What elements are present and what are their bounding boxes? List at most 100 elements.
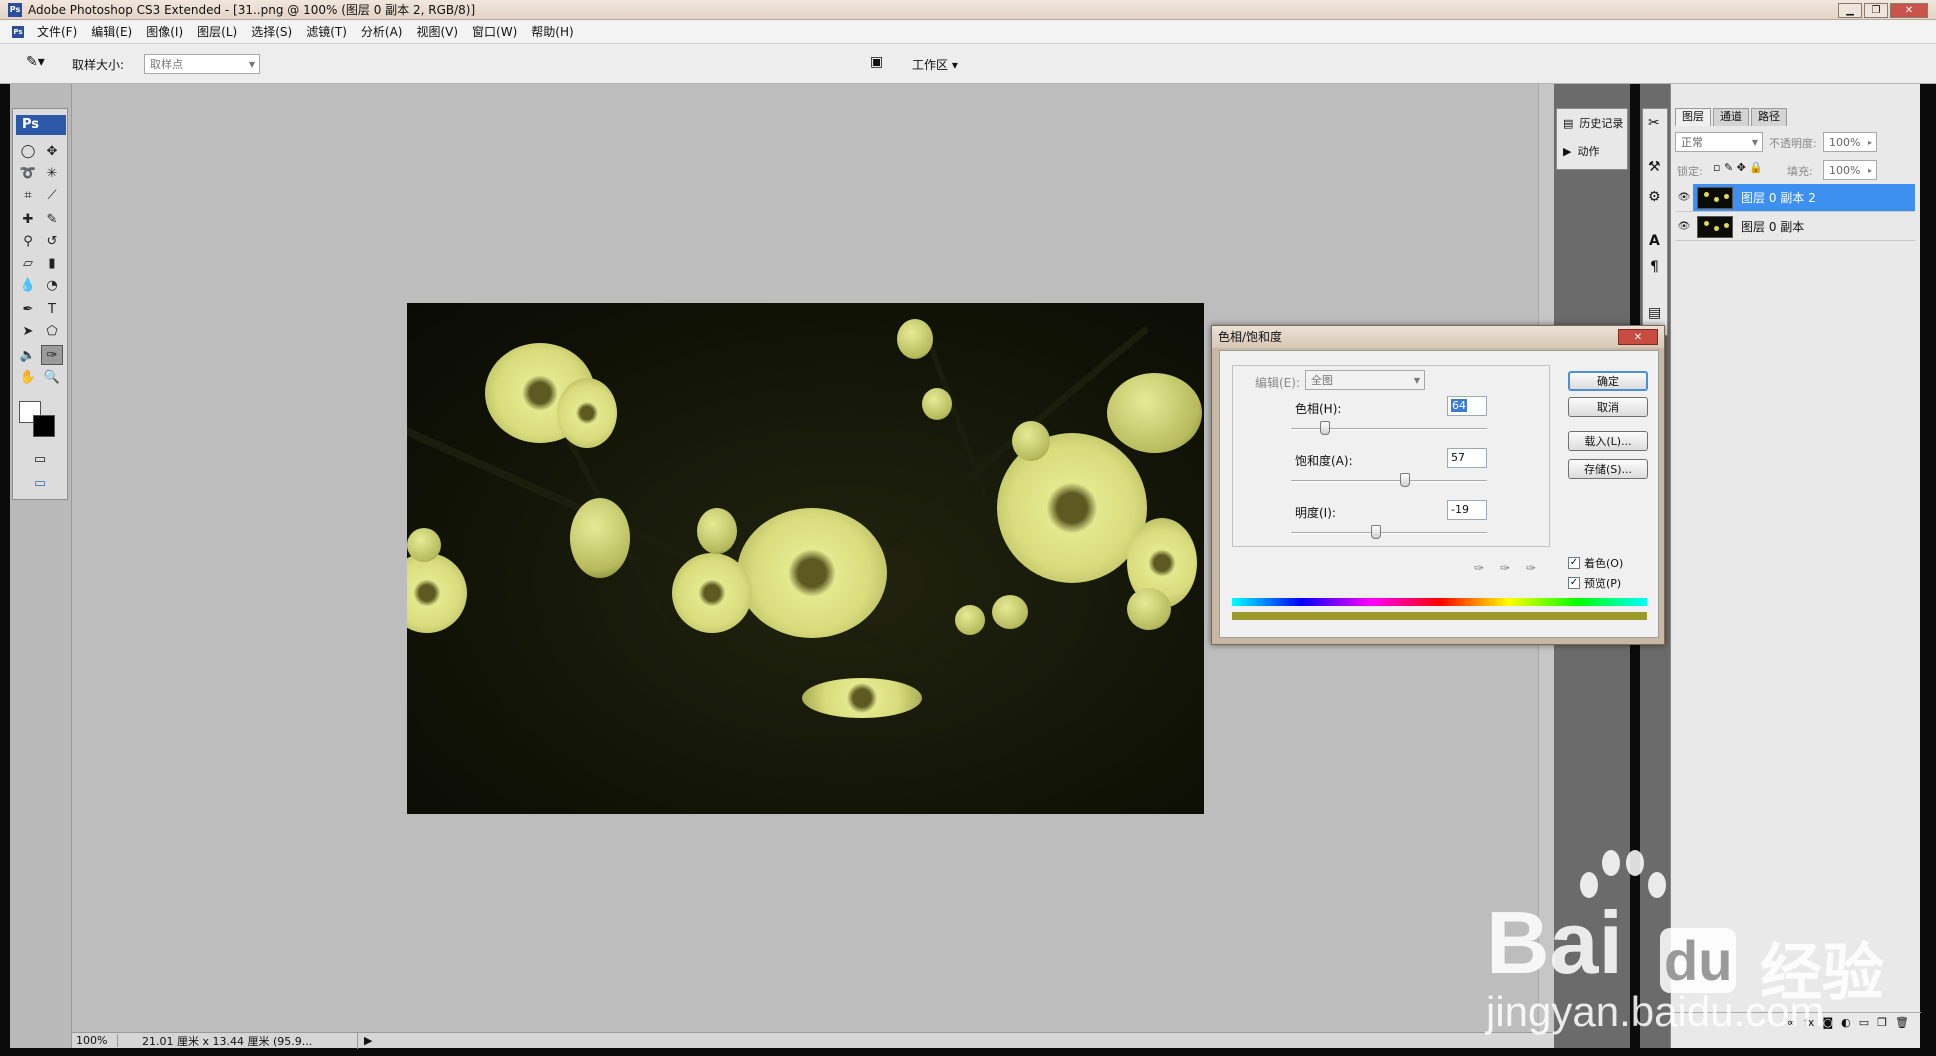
lightness-input[interactable]: -19 (1447, 500, 1487, 520)
blend-mode-value: 正常 (1681, 136, 1703, 149)
gradient-tool-icon[interactable]: ▮ (41, 253, 63, 273)
type-tool-icon[interactable]: T (41, 299, 63, 319)
status-menu-arrow[interactable]: ▶ (358, 1034, 378, 1047)
marquee-tool-icon[interactable]: ◯ (17, 141, 39, 161)
pen-tool-icon[interactable]: ✒ (17, 299, 39, 319)
brushes-icon[interactable]: ⚒ (1648, 159, 1661, 175)
dialog-body: 编辑(E): 全图 ▼ 色相(H): 64 饱和度(A): 57 明度(I): -… (1219, 350, 1659, 638)
saturation-slider-thumb[interactable] (1400, 473, 1410, 487)
dialog-close-icon[interactable]: ✕ (1618, 329, 1658, 345)
bridge-icon[interactable]: ▣ (870, 54, 883, 70)
clone-stamp-tool-icon[interactable]: ⚲ (17, 231, 39, 251)
actions-tab[interactable]: ▶ 动作 (1563, 143, 1599, 159)
menu-bar: Ps 文件(F) 编辑(E) 图像(I) 图层(L) 选择(S) 滤镜(T) 分… (0, 20, 1936, 44)
history-tab[interactable]: ▤ 历史记录 (1563, 115, 1623, 131)
load-button[interactable]: 载入(L)... (1568, 431, 1648, 451)
slice-tool-icon[interactable]: ⟋ (41, 185, 63, 205)
eyedropper-icon[interactable]: ✎▾ (26, 54, 45, 70)
lightness-slider-track[interactable] (1291, 532, 1487, 534)
layer-comps-icon[interactable]: ▤ (1648, 305, 1661, 321)
move-tool-icon[interactable]: ✥ (41, 141, 63, 161)
layer-row[interactable]: 👁 图层 0 副本 (1675, 213, 1915, 241)
close-icon[interactable]: ✕ (1890, 3, 1928, 18)
document-canvas[interactable] (407, 303, 1204, 814)
shape-tool-icon[interactable]: ⬠ (41, 321, 63, 341)
eyedropper-icon[interactable]: ✑ (1474, 561, 1484, 575)
menu-filter[interactable]: 滤镜(T) (299, 23, 354, 40)
blur-tool-icon[interactable]: 💧 (17, 275, 39, 295)
lock-label: 锁定: (1677, 165, 1703, 178)
icon-panel-stack: ✂ ⚒ ⚙ A ¶ ▤ (1642, 108, 1668, 336)
tool-presets-icon[interactable]: ✂ (1648, 115, 1660, 131)
screen-mode-icon[interactable]: ▭ (29, 473, 51, 493)
quick-mask-icon[interactable]: ▭ (29, 449, 51, 469)
preview-checkbox[interactable]: ✓ 预览(P) (1568, 575, 1621, 591)
save-button[interactable]: 存储(S)... (1568, 459, 1648, 479)
blend-mode-select[interactable]: 正常 ▼ (1675, 132, 1763, 152)
lock-icons[interactable]: ▫ ✎ ✥ 🔒 (1713, 161, 1763, 174)
history-brush-tool-icon[interactable]: ↺ (41, 231, 63, 251)
colorize-label: 着色(O) (1584, 557, 1624, 570)
layers-tabs: 图层 通道 路径 (1675, 108, 1789, 126)
lightness-value: -19 (1451, 503, 1469, 516)
eye-icon[interactable]: 👁 (1675, 213, 1693, 240)
history-icon: ▤ (1563, 116, 1574, 130)
fill-input[interactable]: 100% ▸ (1823, 160, 1877, 180)
opacity-value: 100% (1829, 135, 1861, 149)
eyedropper-minus-icon[interactable]: ✑ (1526, 561, 1536, 575)
menu-view[interactable]: 视图(V) (409, 23, 465, 40)
healing-brush-tool-icon[interactable]: ✚ (17, 209, 39, 229)
magic-wand-tool-icon[interactable]: ✳ (41, 163, 63, 183)
layer-row[interactable]: 👁 图层 0 副本 2 (1675, 184, 1915, 212)
zoom-tool-icon[interactable]: 🔍 (41, 367, 63, 387)
menu-image[interactable]: 图像(I) (139, 23, 190, 40)
edit-value: 全图 (1311, 374, 1333, 387)
brush-tool-icon[interactable]: ✎ (41, 209, 63, 229)
colorize-checkbox[interactable]: ✓ 着色(O) (1568, 555, 1623, 571)
edit-select[interactable]: 全图 ▼ (1305, 370, 1425, 390)
path-selection-tool-icon[interactable]: ➤ (17, 321, 39, 341)
tab-channels[interactable]: 通道 (1713, 108, 1749, 126)
minimize-icon[interactable]: ▁ (1838, 3, 1862, 18)
menu-layer[interactable]: 图层(L) (190, 23, 244, 40)
menu-select[interactable]: 选择(S) (244, 23, 299, 40)
lasso-tool-icon[interactable]: ➰ (17, 163, 39, 183)
dodge-tool-icon[interactable]: ◔ (41, 275, 63, 295)
eyedropper-plus-icon[interactable]: ✑ (1500, 561, 1510, 575)
saturation-slider-track[interactable] (1291, 480, 1487, 482)
status-bar: 100% 21.01 厘米 x 13.44 厘米 (95.9... ▶ (72, 1032, 1554, 1049)
workspace-button[interactable]: 工作区 ▾ (912, 56, 958, 73)
lightness-slider-thumb[interactable] (1371, 525, 1381, 539)
character-icon[interactable]: A (1649, 233, 1660, 249)
toolbox-logo: Ps (16, 115, 66, 135)
layer-thumbnail (1697, 186, 1733, 209)
restore-icon[interactable]: ❐ (1864, 3, 1888, 18)
eye-icon[interactable]: 👁 (1675, 184, 1693, 211)
ok-button[interactable]: 确定 (1568, 371, 1648, 391)
paragraph-icon[interactable]: ¶ (1650, 259, 1659, 275)
sample-size-select[interactable]: 取样点 ▼ (144, 54, 260, 74)
watermark-url: jingyan.baidu.com (1486, 988, 1825, 1035)
zoom-level[interactable]: 100% (72, 1034, 118, 1047)
hue-input[interactable]: 64 (1447, 396, 1487, 416)
cancel-button[interactable]: 取消 (1568, 397, 1648, 417)
opacity-input[interactable]: 100% ▸ (1823, 132, 1877, 152)
hand-tool-icon[interactable]: ✋ (17, 367, 39, 387)
sample-size-value: 取样点 (150, 58, 183, 71)
menu-edit[interactable]: 编辑(E) (84, 23, 139, 40)
notes-tool-icon[interactable]: 🔈 (17, 345, 39, 365)
menu-window[interactable]: 窗口(W) (465, 23, 524, 40)
tab-layers[interactable]: 图层 (1675, 108, 1711, 126)
menu-analysis[interactable]: 分析(A) (354, 23, 410, 40)
eyedropper-tool-icon[interactable]: ✑ (41, 345, 63, 365)
clone-source-icon[interactable]: ⚙ (1648, 189, 1661, 205)
saturation-input[interactable]: 57 (1447, 448, 1487, 468)
menu-help[interactable]: 帮助(H) (524, 23, 580, 40)
menu-file[interactable]: 文件(F) (30, 23, 84, 40)
doc-info[interactable]: 21.01 厘米 x 13.44 厘米 (95.9... (118, 1032, 358, 1049)
background-color-swatch[interactable] (33, 415, 55, 437)
crop-tool-icon[interactable]: ⌗ (17, 185, 39, 205)
hue-slider-thumb[interactable] (1320, 421, 1330, 435)
tab-paths[interactable]: 路径 (1751, 108, 1787, 126)
eraser-tool-icon[interactable]: ▱ (17, 253, 39, 273)
